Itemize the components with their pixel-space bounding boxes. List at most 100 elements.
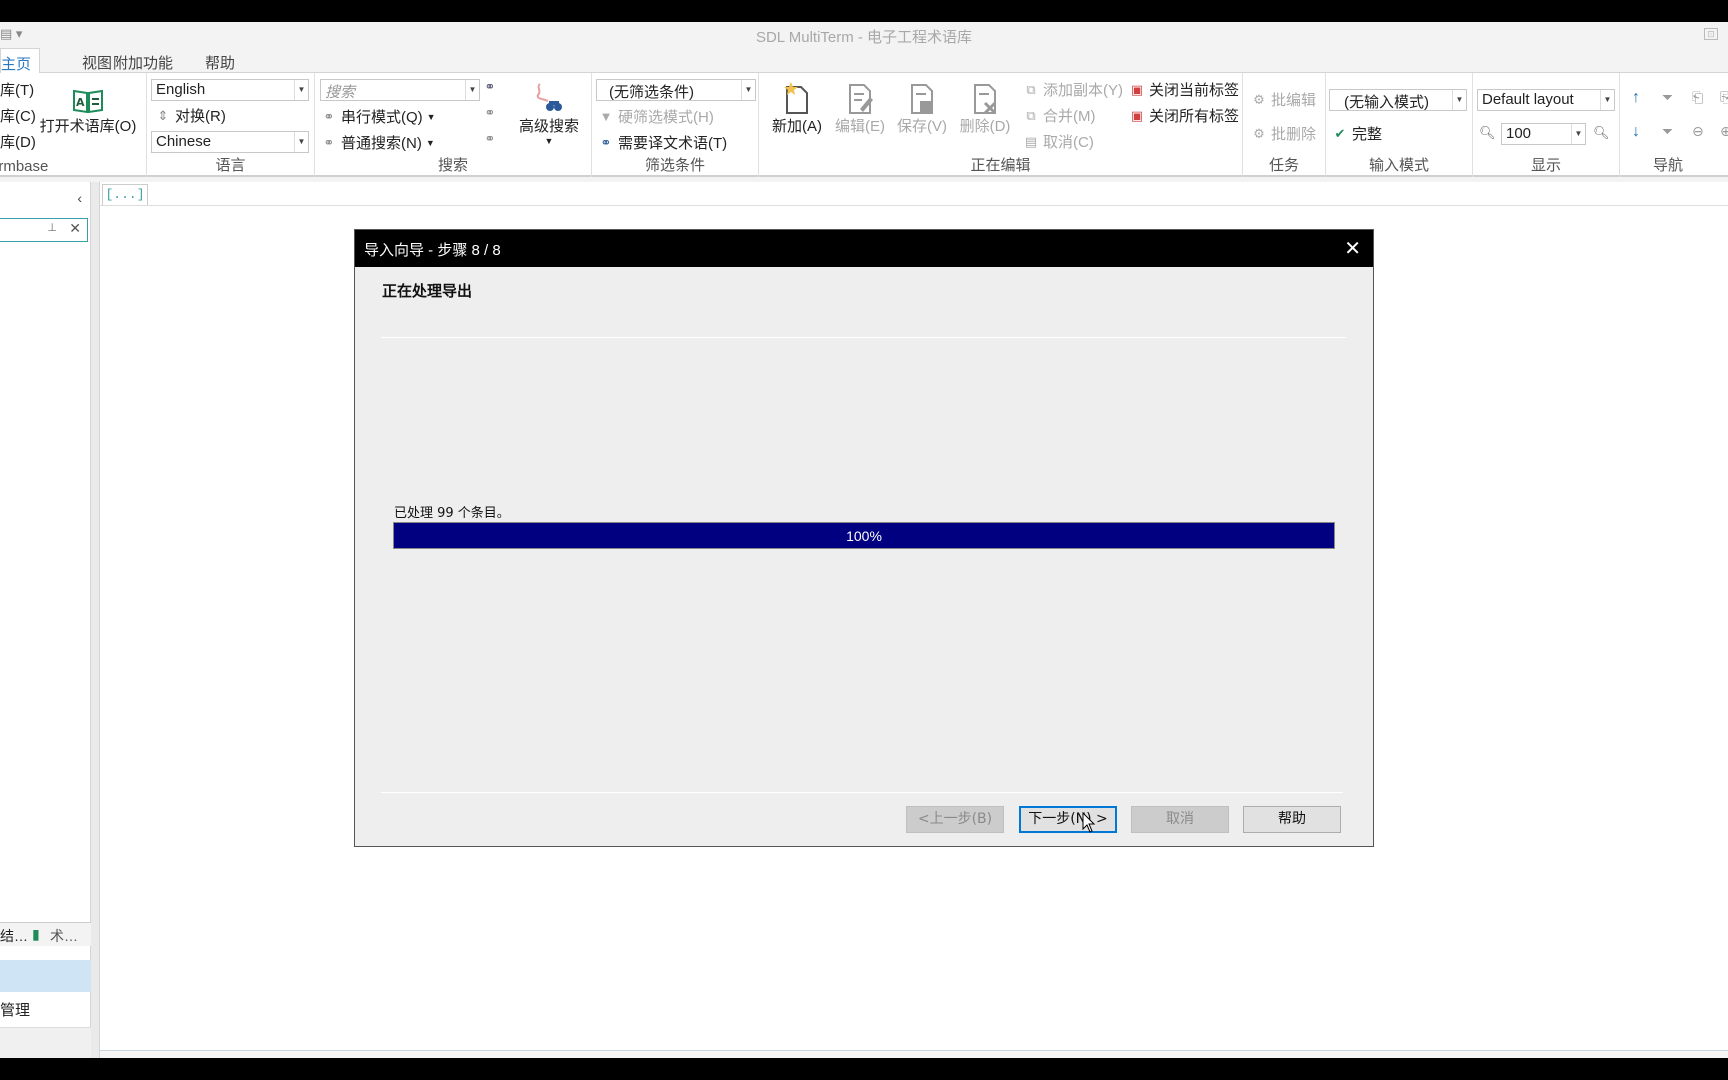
termbase-cube-icon: ▮	[32, 926, 40, 942]
panel-tab-2[interactable]: 术…	[50, 926, 78, 946]
progress-bar: 100%	[393, 522, 1335, 549]
cancel-edit-button[interactable]: ▤ 取消(C)	[1023, 131, 1094, 152]
close-current-tab-button[interactable]: ▣ 关闭当前标签	[1129, 79, 1239, 100]
filter-up-icon[interactable]: ⏷	[1662, 89, 1673, 106]
save-entry-button[interactable]: 保存(V)	[893, 75, 951, 136]
termbase-item-2[interactable]: 库(C)	[0, 105, 36, 126]
copy-icon: ⧉	[1026, 81, 1036, 97]
management-item[interactable]: 管理	[0, 999, 30, 1020]
checklist-icon: ✔	[1334, 125, 1346, 141]
edit-entry-button[interactable]: 编辑(E)	[831, 75, 889, 136]
back-circle-icon[interactable]: ⊖	[1692, 123, 1704, 140]
delete-entry-button[interactable]: 删除(D)	[955, 75, 1015, 136]
filter-down-icon[interactable]: ⏷	[1662, 123, 1673, 140]
import-wizard-dialog: 导入向导 - 步骤 8 / 8 ✕ 正在处理导出 已处理 99 个条目。 100…	[354, 229, 1374, 847]
new-entry-label: 新加(A)	[772, 118, 822, 135]
history-forward-icon[interactable]: ⎘	[1720, 89, 1728, 106]
pin-icon[interactable]: ⊥	[47, 221, 57, 234]
merge-button[interactable]: ⧉ 合并(M)	[1023, 105, 1096, 126]
gear-icon: ⚙	[1253, 91, 1265, 107]
tab-addons[interactable]: 附加功能	[113, 52, 173, 73]
batch-edit-button[interactable]: ⚙ 批编辑	[1251, 89, 1316, 110]
back-button[interactable]: <上一步(B)	[906, 806, 1004, 833]
search-input[interactable]: 搜索 ▼	[320, 79, 480, 101]
target-term-icon: ⚭	[600, 134, 612, 150]
advanced-search-label: 高级搜索	[518, 118, 579, 135]
open-book-icon: A	[36, 75, 140, 115]
close-all-tabs-button[interactable]: ▣ 关闭所有标签	[1129, 105, 1239, 126]
tab-view[interactable]: 视图	[82, 52, 112, 73]
filter-select[interactable]: (无筛选条件) ▼	[596, 79, 756, 101]
target-language-select[interactable]: Chinese ▼	[151, 131, 309, 153]
complete-mode-button[interactable]: ✔ 完整	[1332, 123, 1382, 144]
open-termbase-button[interactable]: A 打开术语库(O)	[36, 75, 140, 136]
cancel-button[interactable]: 取消	[1131, 806, 1229, 833]
new-document-icon	[767, 75, 827, 115]
search-next-button[interactable]: ⚭	[482, 105, 498, 121]
arrow-up-icon[interactable]: ↑	[1632, 89, 1640, 107]
source-language-select[interactable]: English ▼	[151, 79, 309, 101]
tab-home[interactable]: 主页	[0, 48, 41, 74]
search-prev-button[interactable]: ⚭	[482, 131, 498, 147]
panel-tab-1[interactable]: 结…	[0, 926, 28, 946]
chevron-down-icon[interactable]: ▼	[1600, 90, 1614, 110]
ribbon: 库(T) 库(C) 库(D) A 打开术语库(O) ermbase Englis…	[0, 73, 1728, 177]
screen-bottom-bar	[0, 1058, 1728, 1080]
chevron-down-icon[interactable]: ▼	[1452, 90, 1466, 110]
panel-search-box[interactable]: ⊥ ✕	[0, 218, 88, 242]
termbase-item-3[interactable]: 库(D)	[0, 131, 36, 152]
binoculars-icon: ⚭	[484, 79, 496, 94]
hard-filter-button[interactable]: ▼ 硬筛选模式(H)	[598, 106, 714, 127]
close-icon[interactable]: ✕	[1344, 236, 1361, 261]
add-copy-button[interactable]: ⧉ 添加副本(Y)	[1023, 79, 1123, 100]
document-tab[interactable]: [...]	[102, 184, 148, 206]
need-target-term-button[interactable]: ⚭ 需要译文术语(T)	[598, 132, 728, 153]
tab-help[interactable]: 帮助	[205, 52, 235, 73]
group-language: English ▼ ⇕ 对换(R) Chinese ▼ 语言	[147, 73, 315, 177]
forward-circle-icon[interactable]: ⊕	[1720, 123, 1728, 140]
panel-splitter[interactable]	[91, 182, 99, 1058]
next-button[interactable]: 下一步(N) >	[1019, 806, 1117, 833]
chevron-down-icon[interactable]: ▼	[294, 80, 308, 100]
chevron-down-icon[interactable]: ▼	[465, 80, 479, 100]
swap-languages-button[interactable]: ⇕ 对换(R)	[155, 105, 226, 126]
add-copy-label: 添加副本(Y)	[1043, 82, 1123, 99]
collapse-panel-icon[interactable]: ‹	[77, 190, 82, 206]
batch-delete-label: 批删除	[1271, 126, 1317, 143]
close-icon[interactable]: ✕	[69, 220, 81, 237]
arrow-down-icon[interactable]: ↓	[1632, 123, 1640, 141]
group-input-mode-label: 输入模式	[1368, 157, 1429, 174]
zoom-input[interactable]: 100 ▼	[1501, 123, 1586, 145]
termbase-item-1[interactable]: 库(T)	[0, 79, 34, 100]
batch-delete-button[interactable]: ⚙ 批删除	[1251, 123, 1316, 144]
cancel-document-icon: ▤	[1024, 133, 1038, 149]
title-bar: ▤ ▾ SDL MultiTerm - 电子工程术语库 ⊡	[0, 22, 1728, 48]
search-go-button[interactable]: ⚭	[482, 79, 498, 95]
normal-search-label: 普通搜索(N)	[341, 135, 422, 152]
help-button[interactable]: 帮助	[1243, 806, 1341, 833]
restore-icon[interactable]: ⊡	[1704, 28, 1718, 40]
panel-bottom-tabs: 结… ▮ 术…	[0, 922, 91, 946]
new-entry-button[interactable]: 新加(A)	[767, 75, 827, 136]
screen-top-bar	[0, 0, 1728, 22]
delete-entry-label: 删除(D)	[959, 118, 1011, 135]
input-mode-value: (无输入模式)	[1344, 94, 1429, 111]
history-back-icon[interactable]: ⎗	[1692, 89, 1703, 106]
chevron-down-icon[interactable]: ▼	[741, 80, 755, 100]
advanced-search-icon	[513, 75, 585, 115]
edit-document-icon	[831, 75, 889, 115]
hard-filter-label: 硬筛选模式(H)	[618, 109, 714, 126]
selected-list-item[interactable]	[0, 960, 91, 992]
layout-select[interactable]: Default layout ▼	[1477, 89, 1615, 111]
zoom-in-icon[interactable]: 🔍︎	[1593, 125, 1610, 141]
input-mode-select[interactable]: (无输入模式) ▼	[1329, 89, 1467, 111]
complete-mode-label: 完整	[1352, 126, 1383, 143]
zoom-out-icon[interactable]: 🔍︎	[1479, 125, 1496, 141]
merge-label: 合并(M)	[1043, 108, 1096, 125]
chevron-down-icon[interactable]: ▼	[1571, 124, 1585, 144]
chevron-down-icon[interactable]: ▼	[294, 132, 308, 152]
dialog-title-bar: 导入向导 - 步骤 8 / 8 ✕	[355, 230, 1373, 267]
advanced-search-button[interactable]: 高级搜索 ▼	[513, 75, 585, 146]
serial-mode-button[interactable]: ⚭ 串行模式(Q) ▼	[321, 106, 436, 127]
normal-search-button[interactable]: ⚭ 普通搜索(N) ▼	[321, 132, 435, 153]
